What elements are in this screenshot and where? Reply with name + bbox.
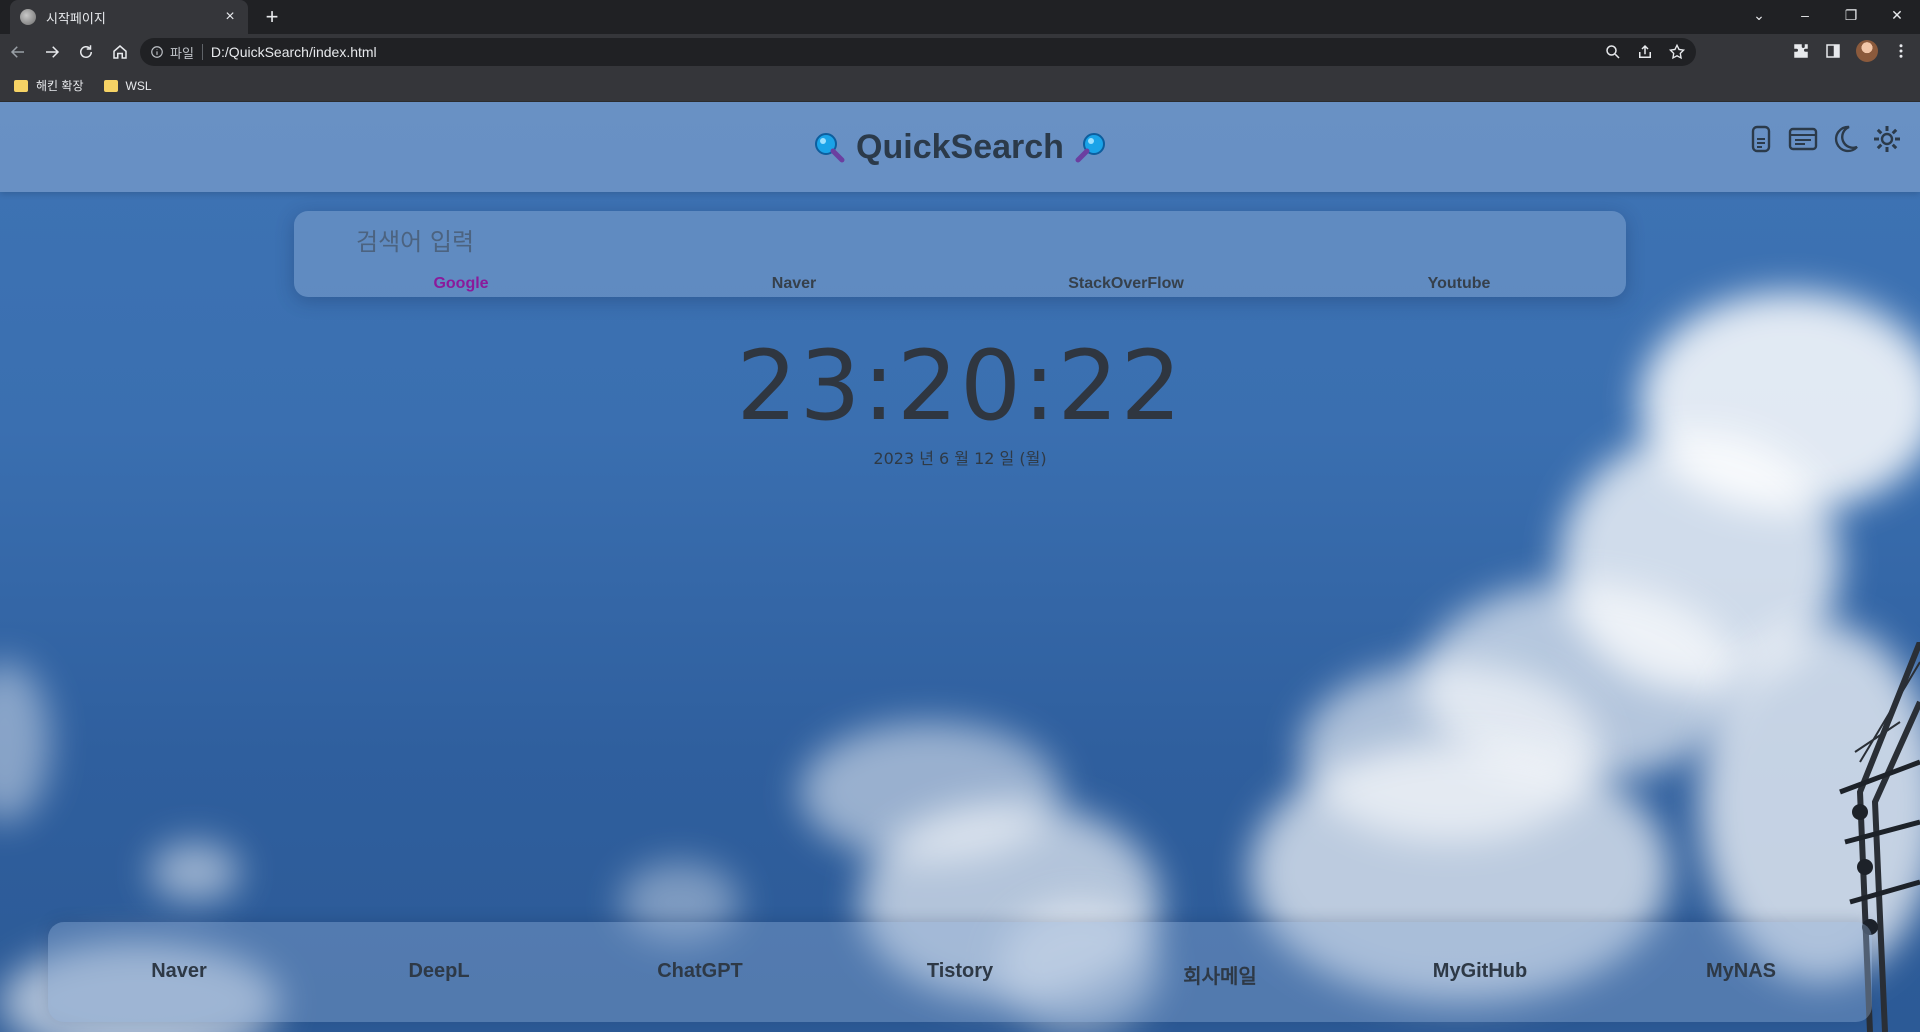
favicon-icon [20, 9, 36, 25]
clock-time: 23:20:22 [736, 330, 1184, 442]
url-text[interactable]: D:/QuickSearch/index.html [211, 44, 377, 60]
site-info[interactable]: 파일 [150, 43, 194, 62]
bookmark-star-icon[interactable] [1668, 43, 1686, 61]
home-icon [113, 45, 127, 59]
gear-icon[interactable] [1872, 124, 1902, 154]
app-title: QuickSearch [856, 127, 1064, 166]
engine-naver[interactable]: Naver [772, 275, 816, 293]
bookmarks-bar: 해킨 확장 WSL [0, 70, 1920, 102]
link-tistory[interactable]: Tistory [927, 960, 993, 983]
profile-avatar[interactable] [1856, 40, 1878, 62]
tab-close-icon[interactable]: × [222, 8, 238, 26]
link-mynas[interactable]: MyNAS [1706, 960, 1776, 983]
bookmark-folder-wsl[interactable]: WSL [103, 78, 152, 93]
extensions-puzzle-icon[interactable] [1792, 42, 1810, 60]
close-window-button[interactable]: ✕ [1874, 0, 1920, 30]
magnifier-left-icon [815, 133, 845, 163]
omnibox-divider [201, 44, 203, 60]
window-controls: ⌄ – ❐ ✕ [1736, 0, 1920, 30]
share-icon[interactable] [1636, 43, 1654, 61]
tab-strip: 시작페이지 × + ⌄ – ❐ ✕ [0, 0, 1920, 34]
engine-stackoverflow[interactable]: StackOverFlow [1068, 275, 1184, 293]
quick-links-dock: Naver DeepL ChatGPT Tistory 회사메일 MyGitHu… [48, 922, 1872, 1022]
minimize-button[interactable]: – [1782, 0, 1828, 30]
back-button[interactable] [2, 36, 34, 68]
bookmark-label: 해킨 확장 [36, 79, 84, 93]
back-arrow-icon [10, 46, 24, 58]
bookmark-label: WSL [125, 78, 152, 93]
layout-icon[interactable] [1788, 124, 1818, 154]
header-actions [1746, 124, 1902, 154]
engine-youtube[interactable]: Youtube [1428, 275, 1491, 293]
moon-icon[interactable] [1830, 124, 1860, 154]
info-icon [151, 46, 163, 58]
bookmark-folder-hackintosh[interactable]: 해킨 확장 [14, 77, 84, 94]
zoom-icon[interactable] [1604, 43, 1622, 61]
file-scheme-label: 파일 [170, 45, 194, 61]
search-input[interactable] [356, 225, 1156, 259]
memo-icon[interactable] [1746, 124, 1776, 154]
forward-arrow-icon [46, 46, 60, 58]
restore-button[interactable]: ❐ [1828, 0, 1874, 30]
new-tab-button[interactable]: + [258, 3, 286, 31]
omnibox-actions [1604, 43, 1686, 61]
tab-title: 시작페이지 [46, 10, 106, 26]
home-button[interactable] [104, 36, 136, 68]
start-page: QuickSearch 검색어 입력 Google Naver StackOve… [0, 102, 1920, 1032]
link-naver[interactable]: Naver [151, 960, 207, 983]
browser-tab[interactable]: 시작페이지 × [10, 0, 248, 34]
brand: QuickSearch [812, 128, 1108, 167]
link-chatgpt[interactable]: ChatGPT [657, 960, 743, 983]
address-bar[interactable]: 파일 D:/QuickSearch/index.html [140, 38, 1696, 66]
menu-kebab-icon[interactable] [1892, 42, 1910, 60]
clock-date: 2023 년 6 월 12 일 (월) [873, 449, 1047, 468]
link-company-mail[interactable]: 회사메일 [1183, 960, 1257, 989]
app-header: QuickSearch [0, 102, 1920, 192]
browser-toolbar: 파일 D:/QuickSearch/index.html [0, 34, 1920, 70]
folder-icon [103, 79, 118, 92]
side-panel-icon[interactable] [1824, 42, 1842, 60]
folder-icon [14, 79, 28, 92]
engine-google[interactable]: Google [433, 275, 488, 293]
reload-icon [80, 45, 92, 58]
link-deepl[interactable]: DeepL [408, 960, 469, 983]
toolbar-actions [1792, 40, 1910, 62]
forward-button[interactable] [36, 36, 68, 68]
reload-button[interactable] [70, 36, 102, 68]
magnifier-right-icon [1075, 133, 1105, 163]
tab-search-chevron-icon[interactable]: ⌄ [1736, 0, 1782, 30]
search-panel: Google Naver StackOverFlow Youtube [294, 211, 1626, 297]
link-mygithub[interactable]: MyGitHub [1433, 960, 1527, 983]
